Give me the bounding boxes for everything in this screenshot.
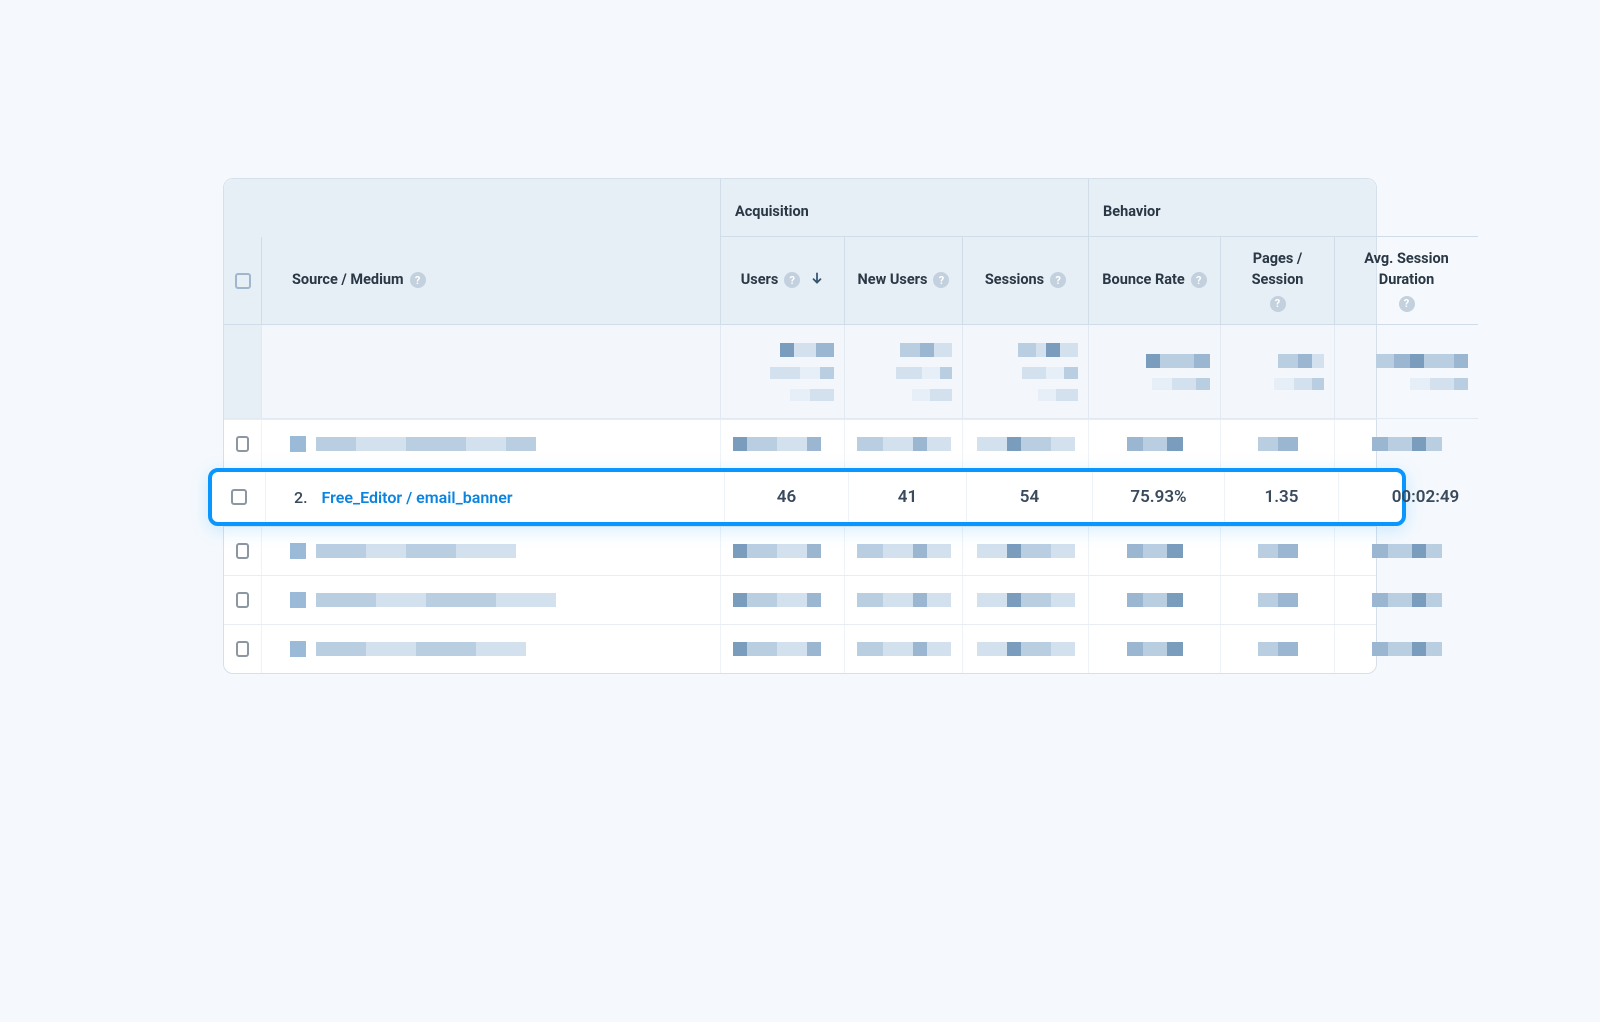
row-users: 46 — [725, 472, 849, 522]
row-pages-session: 1.35 — [1225, 472, 1339, 522]
header-group-acquisition-label: Acquisition — [735, 203, 809, 220]
help-icon[interactable]: ? — [784, 272, 800, 288]
table-row — [224, 526, 1376, 575]
header-users[interactable]: Users ? — [721, 237, 845, 325]
header-sessions-label: Sessions — [985, 270, 1044, 290]
table-header-columns: Source / Medium ? Users ? New Users ? Se… — [224, 237, 1376, 325]
header-new-users-label: New Users — [858, 270, 928, 290]
header-avg-session-label: Avg. Session Duration — [1343, 249, 1470, 290]
select-all-checkbox[interactable] — [235, 273, 251, 289]
row-checkbox[interactable] — [236, 543, 249, 559]
row-new-users: 41 — [849, 472, 967, 522]
header-dimension-span — [224, 179, 721, 237]
row-checkbox[interactable] — [231, 489, 247, 505]
row-bounce-rate: 75.93% — [1093, 472, 1225, 522]
summary-users — [721, 325, 845, 419]
row-checkbox[interactable] — [236, 641, 249, 657]
row-dimension — [262, 420, 721, 468]
header-avg-session[interactable]: Avg. Session Duration ? — [1335, 237, 1478, 325]
row-checkbox[interactable] — [236, 592, 249, 608]
header-group-behavior-label: Behavior — [1103, 203, 1161, 220]
summary-pages — [1221, 325, 1335, 419]
help-icon[interactable]: ? — [1191, 272, 1207, 288]
row-new-users — [845, 420, 963, 468]
header-bounce-rate-label: Bounce Rate — [1102, 270, 1184, 290]
header-new-users[interactable]: New Users ? — [845, 237, 963, 325]
row-checkbox[interactable] — [236, 436, 249, 452]
header-pages-session[interactable]: Pages / Session ? — [1221, 237, 1335, 325]
header-sessions[interactable]: Sessions ? — [963, 237, 1089, 325]
help-icon[interactable]: ? — [410, 272, 426, 288]
table-row — [224, 624, 1376, 673]
table-row — [224, 419, 1376, 468]
summary-duration — [1335, 325, 1478, 419]
source-medium-link[interactable]: Free_Editor / email_banner — [322, 488, 513, 507]
row-index: 2. — [294, 488, 308, 507]
row-dimension[interactable]: 2. Free_Editor / email_banner — [266, 472, 725, 522]
help-icon[interactable]: ? — [1050, 272, 1066, 288]
table-summary-row — [224, 325, 1376, 419]
help-icon[interactable]: ? — [933, 272, 949, 288]
header-group-behavior: Behavior — [1089, 179, 1478, 237]
header-users-label: Users — [741, 270, 779, 290]
summary-bounce — [1089, 325, 1221, 419]
table-header-groups: Acquisition Behavior — [224, 179, 1376, 237]
row-duration — [1335, 420, 1478, 468]
summary-new-users — [845, 325, 963, 419]
header-dimension-cell[interactable]: Source / Medium ? — [262, 237, 721, 325]
row-users — [721, 420, 845, 468]
row-bounce — [1089, 420, 1221, 468]
summary-sessions — [963, 325, 1089, 419]
header-dimension-label: Source / Medium — [292, 270, 404, 290]
header-group-acquisition: Acquisition — [721, 179, 1089, 237]
row-sessions — [963, 420, 1089, 468]
table-row — [224, 575, 1376, 624]
help-icon[interactable]: ? — [1399, 296, 1415, 312]
table-row-highlighted: 2. Free_Editor / email_banner 46 41 54 7… — [208, 468, 1406, 526]
sort-descending-icon — [810, 269, 824, 291]
summary-dimension — [262, 325, 721, 419]
summary-spacer — [224, 325, 262, 419]
row-pages — [1221, 420, 1335, 468]
help-icon[interactable]: ? — [1270, 296, 1286, 312]
header-checkbox-cell — [224, 237, 262, 325]
header-bounce-rate[interactable]: Bounce Rate ? — [1089, 237, 1221, 325]
analytics-table: Acquisition Behavior Source / Medium ? U… — [223, 178, 1377, 674]
header-pages-session-label: Pages / Session — [1229, 249, 1326, 290]
row-sessions: 54 — [967, 472, 1093, 522]
row-avg-session: 00:02:49 — [1339, 472, 1512, 522]
